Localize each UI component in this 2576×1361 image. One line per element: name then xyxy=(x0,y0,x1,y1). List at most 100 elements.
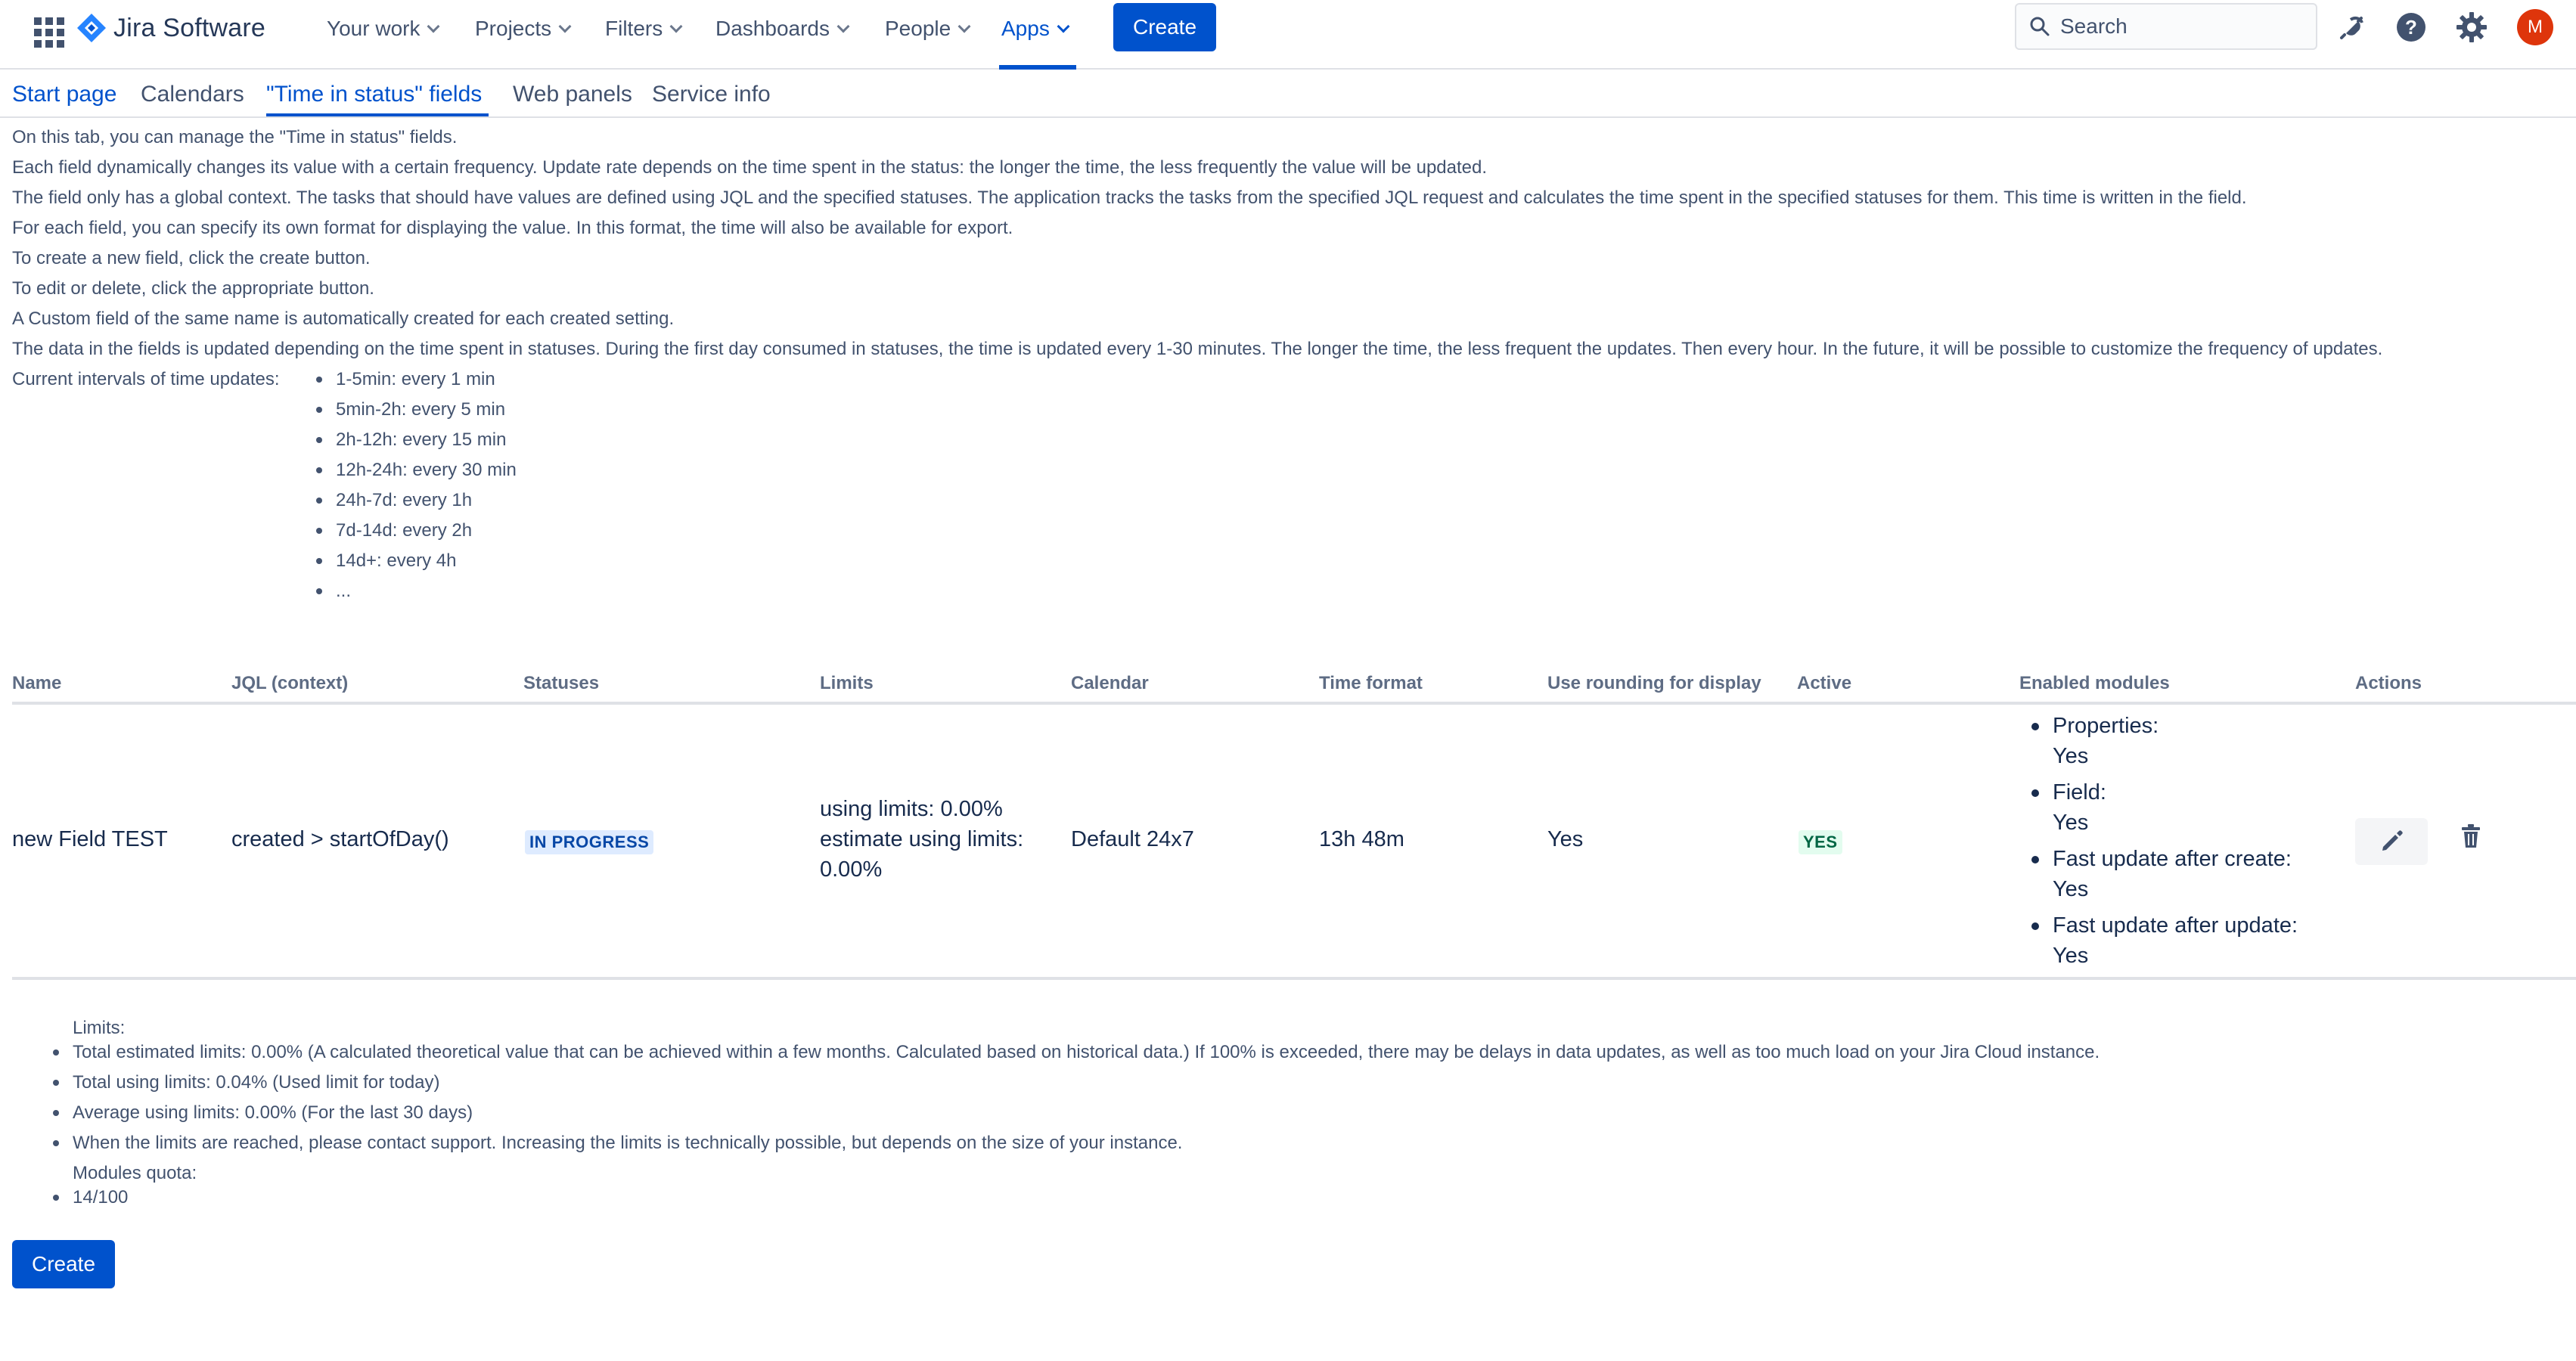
chevron-down-icon xyxy=(836,20,850,33)
cell-limits-using: using limits: 0.00% xyxy=(820,797,1003,821)
modules-quota-label: Modules quota: xyxy=(73,1163,197,1183)
tab-divider xyxy=(0,116,2576,118)
app-switcher-icon[interactable] xyxy=(30,14,64,48)
logo-text: Jira Software xyxy=(113,13,266,42)
description-line: To edit or delete, click the appropriate… xyxy=(12,278,374,299)
create-button[interactable]: Create xyxy=(1113,3,1216,51)
settings-button[interactable] xyxy=(2453,9,2490,45)
module-value: Yes xyxy=(2053,744,2089,768)
nav-active-indicator xyxy=(999,65,1076,70)
nav-projects[interactable]: Projects xyxy=(475,14,572,44)
description-line: The data in the fields is updated depend… xyxy=(12,339,2383,359)
cell-limits-estimate-label: estimate using limits: xyxy=(820,827,1024,851)
description-line: For each field, you can specify its own … xyxy=(12,218,1013,238)
column-header-statuses: Statuses xyxy=(523,673,600,693)
help-icon: ? xyxy=(2397,13,2425,42)
nav-filters[interactable]: Filters xyxy=(605,14,683,44)
column-header-name: Name xyxy=(12,673,62,693)
row-divider xyxy=(12,977,2576,980)
nav-projects-label: Projects xyxy=(475,17,552,40)
edit-button[interactable] xyxy=(2355,818,2428,865)
description-line: A Custom field of the same name is autom… xyxy=(12,308,675,329)
intervals-label: Current intervals of time updates: xyxy=(12,369,280,389)
column-header-active: Active xyxy=(1797,673,1852,693)
jira-diamond-icon xyxy=(77,14,106,42)
description-line: Each field dynamically changes its value… xyxy=(12,157,1488,178)
list-item: Fast update after update: Yes xyxy=(2031,910,2298,971)
intervals-list: 1-5min: every 1 min 5min-2h: every 5 min… xyxy=(316,369,517,611)
list-item: Fast update after create: Yes xyxy=(2031,844,2298,904)
column-header-limits: Limits xyxy=(820,673,874,693)
modules-quota-list: 14/100 xyxy=(52,1187,129,1208)
tab-service-info[interactable]: Service info xyxy=(652,82,771,112)
notifications-button[interactable] xyxy=(2334,9,2370,45)
description-line: On this tab, you can manage the "Time in… xyxy=(12,127,458,147)
status-badge: IN PROGRESS xyxy=(525,830,654,854)
notification-bell-icon xyxy=(2340,16,2363,39)
list-item: 7d-14d: every 2h xyxy=(316,520,517,550)
nav-your-work[interactable]: Your work xyxy=(327,14,440,44)
avatar[interactable]: M xyxy=(2517,9,2553,45)
list-item: 14d+: every 4h xyxy=(316,550,517,581)
module-label: Fast update after update: xyxy=(2053,913,2298,938)
column-header-time-format: Time format xyxy=(1319,673,1423,693)
cell-jql: created > startOfDay() xyxy=(231,827,449,851)
search-icon xyxy=(2030,17,2050,36)
list-item: 12h-24h: every 30 min xyxy=(316,460,517,490)
pencil-icon xyxy=(2382,830,2403,851)
column-header-rounding: Use rounding for display xyxy=(1547,673,1761,693)
cell-calendar: Default 24x7 xyxy=(1071,827,1194,851)
cell-name: new Field TEST xyxy=(12,827,168,851)
chevron-down-icon xyxy=(957,20,971,33)
help-button[interactable]: ? xyxy=(2393,9,2429,45)
nav-dashboards[interactable]: Dashboards xyxy=(715,14,850,44)
list-item: When the limits are reached, please cont… xyxy=(52,1133,2100,1163)
list-item: Field: Yes xyxy=(2031,777,2298,838)
tab-calendars[interactable]: Calendars xyxy=(141,82,244,112)
trash-icon xyxy=(2462,824,2480,848)
chevron-down-icon xyxy=(427,20,440,33)
list-item: Average using limits: 0.00% (For the las… xyxy=(52,1102,2100,1133)
module-value: Yes xyxy=(2053,944,2089,968)
module-value: Yes xyxy=(2053,877,2089,901)
module-label: Fast update after create: xyxy=(2053,847,2292,871)
chevron-down-icon xyxy=(1057,20,1070,33)
module-value: Yes xyxy=(2053,811,2089,835)
header-divider xyxy=(12,702,2576,705)
nav-apps[interactable]: Apps xyxy=(1001,14,1070,44)
search-box[interactable] xyxy=(2015,3,2317,50)
jira-logo[interactable]: Jira Software xyxy=(76,11,265,45)
tab-start-page[interactable]: Start page xyxy=(12,82,116,112)
list-item: 1-5min: every 1 min xyxy=(316,369,517,399)
gear-icon xyxy=(2457,12,2487,42)
list-item: Total using limits: 0.04% (Used limit fo… xyxy=(52,1072,2100,1102)
nav-people[interactable]: People xyxy=(885,14,971,44)
list-item: 24h-7d: every 1h xyxy=(316,490,517,520)
column-header-modules: Enabled modules xyxy=(2019,673,2170,693)
create-field-button[interactable]: Create xyxy=(12,1240,115,1288)
description-line: The field only has a global context. The… xyxy=(12,188,2247,208)
list-item: ... xyxy=(316,581,517,611)
description-line: To create a new field, click the create … xyxy=(12,248,371,268)
nav-dashboards-label: Dashboards xyxy=(715,17,830,40)
list-item: Properties: Yes xyxy=(2031,711,2298,771)
enabled-modules-list: Properties: Yes Field: Yes Fast update a… xyxy=(2031,711,2298,977)
column-header-actions: Actions xyxy=(2355,673,2422,693)
list-item: 5min-2h: every 5 min xyxy=(316,399,517,429)
column-header-calendar: Calendar xyxy=(1071,673,1149,693)
nav-filters-label: Filters xyxy=(605,17,663,40)
limits-list: Total estimated limits: 0.00% (A calcula… xyxy=(52,1042,2100,1163)
tab-web-panels[interactable]: Web panels xyxy=(513,82,632,112)
list-item: Total estimated limits: 0.00% (A calcula… xyxy=(52,1042,2100,1072)
chevron-down-icon xyxy=(558,20,572,33)
delete-button[interactable] xyxy=(2458,821,2484,851)
top-navigation: Jira Software Your work Projects Filters… xyxy=(0,0,2576,70)
limits-label: Limits: xyxy=(73,1018,126,1038)
search-input[interactable] xyxy=(2060,14,2302,39)
chevron-down-icon xyxy=(669,20,683,33)
cell-time-format: 13h 48m xyxy=(1319,827,1404,851)
tab-time-in-status-fields[interactable]: "Time in status" fields xyxy=(266,82,482,112)
list-item: 2h-12h: every 15 min xyxy=(316,429,517,460)
list-item: 14/100 xyxy=(52,1187,129,1208)
cell-rounding: Yes xyxy=(1547,827,1584,851)
